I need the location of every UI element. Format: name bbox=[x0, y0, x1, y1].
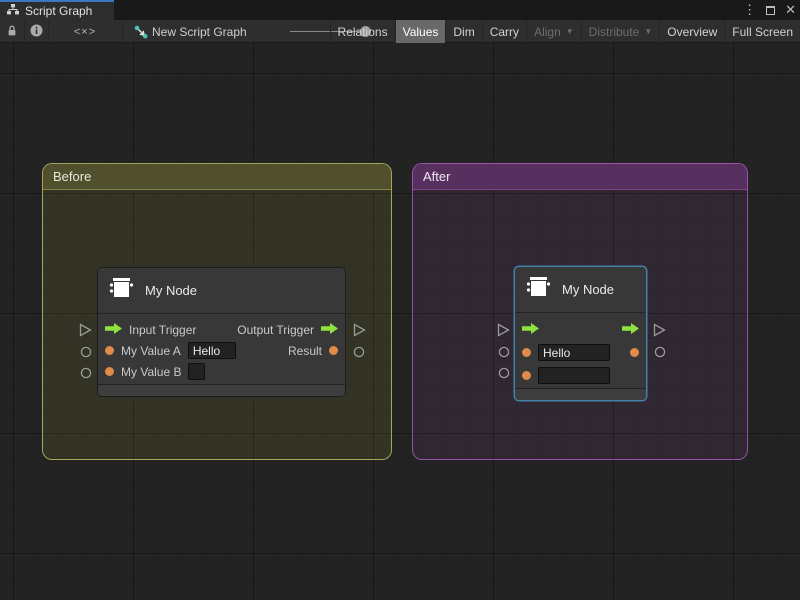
close-icon[interactable]: ✕ bbox=[785, 2, 796, 18]
align-dropdown[interactable]: Align ▼ bbox=[526, 20, 581, 43]
port-label: Output Trigger bbox=[237, 323, 314, 337]
value-a-port-row bbox=[515, 341, 646, 364]
external-value-port[interactable] bbox=[353, 346, 365, 358]
code-icon: <×> bbox=[74, 26, 96, 38]
external-trigger-out-port[interactable] bbox=[353, 323, 366, 337]
node-title: My Node bbox=[145, 283, 197, 298]
value-b-port-icon[interactable] bbox=[105, 367, 114, 376]
port-label: My Value B bbox=[121, 365, 181, 379]
external-trigger-out-port[interactable] bbox=[653, 323, 666, 337]
unit-node-icon bbox=[524, 275, 552, 304]
relations-button[interactable]: Relations bbox=[330, 20, 395, 43]
trigger-port-row: Input Trigger Output Trigger bbox=[98, 319, 345, 340]
window-menu-icon[interactable]: ⋮ bbox=[743, 2, 756, 18]
port-label: Result bbox=[288, 344, 322, 358]
value-b-input[interactable] bbox=[188, 363, 205, 380]
node-header[interactable]: My Node bbox=[515, 267, 646, 313]
unit-node-icon bbox=[107, 276, 135, 305]
value-a-input[interactable] bbox=[188, 342, 236, 359]
trigger-port-row bbox=[515, 318, 646, 341]
values-button[interactable]: Values bbox=[395, 20, 446, 43]
distribute-dropdown[interactable]: Distribute ▼ bbox=[581, 20, 660, 43]
lock-button[interactable] bbox=[0, 20, 24, 43]
script-graph-window: Script Graph ⋮ ✕ bbox=[0, 0, 800, 600]
value-b-port-row bbox=[515, 364, 646, 387]
tab-bar: Script Graph ⋮ ✕ bbox=[0, 0, 800, 20]
external-value-port[interactable] bbox=[498, 346, 510, 358]
overview-button[interactable]: Overview bbox=[659, 20, 724, 43]
node-my-node-after[interactable]: My Node bbox=[514, 266, 647, 401]
group-title: After bbox=[423, 169, 450, 184]
chevron-down-icon: ▼ bbox=[566, 27, 574, 36]
carry-button[interactable]: Carry bbox=[482, 20, 526, 43]
node-my-node-before[interactable]: My Node Input Trigger Output Trigger bbox=[97, 267, 346, 397]
toolbar-right-group: Relations Values Dim Carry Align ▼ Distr… bbox=[330, 20, 800, 43]
node-title: My Node bbox=[562, 282, 614, 297]
external-value-port[interactable] bbox=[80, 367, 92, 379]
tab-script-graph[interactable]: Script Graph bbox=[0, 0, 114, 20]
graph-canvas[interactable]: Before After My Nod bbox=[0, 43, 800, 600]
value-a-input[interactable] bbox=[538, 344, 610, 361]
port-label: Input Trigger bbox=[129, 323, 196, 337]
node-header[interactable]: My Node bbox=[98, 268, 345, 314]
group-title: Before bbox=[53, 169, 91, 184]
result-port-icon[interactable] bbox=[329, 346, 338, 355]
code-view-button[interactable]: <×> bbox=[48, 20, 122, 43]
node-footer bbox=[98, 384, 345, 396]
chevron-down-icon: ▼ bbox=[644, 27, 652, 36]
tab-title: Script Graph bbox=[25, 4, 92, 18]
group-before-header[interactable]: Before bbox=[43, 164, 391, 190]
result-port-icon[interactable] bbox=[630, 348, 639, 357]
node-footer bbox=[515, 388, 646, 400]
output-trigger-port-icon[interactable] bbox=[622, 321, 639, 339]
external-trigger-in-port[interactable] bbox=[497, 323, 510, 337]
graph-name-label[interactable]: New Script Graph bbox=[152, 20, 247, 43]
graph-nodes-icon bbox=[132, 20, 150, 43]
lock-icon bbox=[6, 24, 18, 40]
value-b-port-row: My Value B bbox=[98, 361, 345, 382]
info-icon bbox=[30, 24, 43, 40]
input-trigger-port-icon[interactable] bbox=[105, 321, 122, 339]
input-trigger-port-icon[interactable] bbox=[522, 321, 539, 339]
external-value-port[interactable] bbox=[80, 346, 92, 358]
output-trigger-port-icon[interactable] bbox=[321, 321, 338, 339]
value-b-input[interactable] bbox=[538, 367, 610, 384]
external-trigger-in-port[interactable] bbox=[79, 323, 92, 337]
value-b-port-icon[interactable] bbox=[522, 371, 531, 380]
fullscreen-button[interactable]: Full Screen bbox=[724, 20, 800, 43]
external-value-port[interactable] bbox=[654, 346, 666, 358]
info-button[interactable] bbox=[24, 20, 48, 43]
external-value-port[interactable] bbox=[498, 367, 510, 379]
graph-toolbar: <×> New Script Graph Relations Values Di… bbox=[0, 20, 800, 43]
value-a-port-row: My Value A Result bbox=[98, 340, 345, 361]
maximize-icon[interactable] bbox=[766, 6, 775, 15]
dim-button[interactable]: Dim bbox=[445, 20, 481, 43]
group-after-header[interactable]: After bbox=[413, 164, 747, 190]
value-a-port-icon[interactable] bbox=[105, 346, 114, 355]
value-a-port-icon[interactable] bbox=[522, 348, 531, 357]
port-label: My Value A bbox=[121, 344, 181, 358]
graph-hierarchy-icon bbox=[7, 4, 19, 18]
